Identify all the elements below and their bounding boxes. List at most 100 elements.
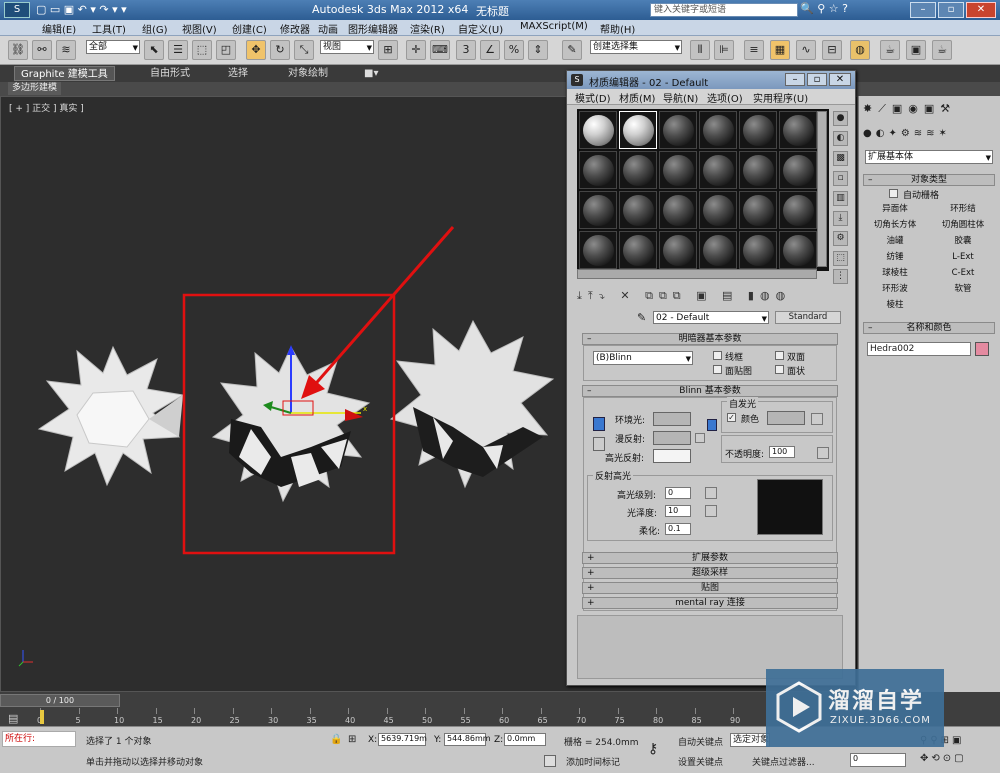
pick-material-icon[interactable]: ✎ (637, 311, 646, 324)
material-slot[interactable] (659, 151, 697, 189)
faceted-checkbox[interactable] (775, 365, 784, 374)
object-type-button[interactable]: L-Ext (931, 250, 995, 264)
tab-freeform[interactable]: 自由形式 (144, 66, 196, 81)
options-icon[interactable]: ⚙ (833, 231, 848, 246)
menu-create[interactable]: 创建(C) (232, 21, 267, 36)
material-slot[interactable] (739, 111, 777, 149)
material-type-button[interactable]: Standard (775, 311, 841, 324)
material-editor-icon[interactable]: ◍ (850, 40, 870, 60)
time-tag-icon[interactable] (544, 755, 556, 767)
x-coord-field[interactable]: 5639.719m (378, 733, 427, 746)
maxscript-listener[interactable]: 所在行: (2, 731, 76, 747)
mat-menu-navigation[interactable]: 导航(N) (663, 90, 698, 105)
sample-type-icon[interactable]: ● (833, 111, 848, 126)
track-bar-toggle-icon[interactable]: ▤ (8, 712, 18, 725)
mat-menu-utilities[interactable]: 实用程序(U) (753, 90, 808, 105)
rollout-maps[interactable]: + 贴图 (582, 582, 838, 594)
keyboard-shortcut-icon[interactable]: ⌨ (430, 40, 450, 60)
snaps-toggle-icon[interactable]: 3 (456, 40, 476, 60)
quick-access-toolbar[interactable]: ▢ ▭ ▣ ↶ ▾ ↷ ▾ ▾ (36, 3, 127, 16)
menu-maxscript[interactable]: MAXScript(M) (520, 21, 588, 32)
tab-selection[interactable]: 选择 (222, 66, 254, 81)
tab-graphite[interactable]: Graphite 建模工具 (14, 66, 115, 81)
command-panel-tabs[interactable]: ✸⟋▣◉▣⚒ (863, 102, 956, 116)
specular-swatch[interactable] (653, 449, 691, 463)
lock-diffuse-specular-button[interactable] (593, 437, 605, 451)
material-editor-titlebar[interactable]: S 材质编辑器 - 02 - Default – ▫ ✕ (567, 71, 855, 89)
schematic-view-icon[interactable]: ⊟ (822, 40, 842, 60)
glossiness-map-button[interactable] (705, 505, 717, 517)
object-type-button[interactable]: 棱柱 (863, 298, 927, 312)
menu-animation[interactable]: 动画 (318, 21, 338, 36)
mat-menu-material[interactable]: 材质(M) (619, 90, 655, 105)
search-input[interactable]: 键入关键字或短语 (650, 3, 798, 17)
self-illum-swatch[interactable] (767, 411, 805, 425)
material-slot[interactable] (619, 151, 657, 189)
object-type-button[interactable]: 环形波 (863, 282, 927, 296)
timeline-cursor[interactable] (40, 710, 44, 724)
mat-menu-options[interactable]: 选项(O) (707, 90, 743, 105)
select-object-icon[interactable]: ⬉ (144, 40, 164, 60)
glossiness-spinner[interactable]: 10 (665, 505, 691, 517)
close-button[interactable]: ✕ (966, 2, 996, 18)
select-link-icon[interactable]: ⛓ (8, 40, 28, 60)
spec-level-map-button[interactable] (705, 487, 717, 499)
key-filters-button[interactable]: 关键点过滤器... (752, 755, 815, 768)
tab-object-paint[interactable]: 对象绘制 (282, 66, 334, 81)
select-scale-icon[interactable]: ⤡ (294, 40, 314, 60)
object-type-button[interactable]: 球棱柱 (863, 266, 927, 280)
timeline-ruler[interactable]: 051015202530354045505560657075808590 (37, 708, 760, 726)
create-category-icons[interactable]: ●◐✦⚙≋≋✶ (863, 128, 951, 139)
material-slot[interactable] (659, 111, 697, 149)
object-type-button[interactable]: 胶囊 (931, 234, 995, 248)
selection-region-icon[interactable]: ⬚ (192, 40, 212, 60)
absolute-mode-icon[interactable]: ⊞ (348, 734, 356, 745)
sample-uv-icon[interactable]: ▫ (833, 171, 848, 186)
close-button[interactable]: ✕ (829, 73, 851, 86)
polygon-modeling-label[interactable]: 多边形建模 (8, 82, 62, 95)
bind-space-warp-icon[interactable]: ≋ (56, 40, 76, 60)
add-time-tag[interactable]: 添加时间标记 (566, 755, 620, 768)
menu-customize[interactable]: 自定义(U) (458, 21, 503, 36)
material-slot[interactable] (699, 231, 737, 269)
self-illum-map-button[interactable] (811, 413, 823, 425)
self-illum-color-checkbox[interactable]: ✓ (727, 413, 736, 422)
auto-key-button[interactable]: 自动关键点 (678, 735, 723, 748)
pivot-center-icon[interactable]: ⊞ (378, 40, 398, 60)
object-type-button[interactable]: C-Ext (931, 266, 995, 280)
minimize-button[interactable]: – (785, 73, 805, 86)
edit-named-selections-icon[interactable]: ✎ (562, 40, 582, 60)
mirror-icon[interactable]: ⫴ (690, 40, 710, 60)
two-sided-checkbox[interactable] (775, 351, 784, 360)
graphite-toggle-icon[interactable]: ▦ (770, 40, 790, 60)
z-coord-field[interactable]: 0.0mm (504, 733, 546, 746)
key-icon[interactable]: ⚷ (648, 741, 658, 757)
material-editor-window[interactable]: S 材质编辑器 - 02 - Default – ▫ ✕ 模式(D) 材质(M)… (566, 70, 856, 686)
help-icons[interactable]: 🔍 ⚲ ☆ ? (800, 2, 848, 15)
object-type-button[interactable]: 异面体 (863, 202, 927, 216)
ambient-swatch[interactable] (653, 412, 691, 426)
material-slot[interactable] (659, 191, 697, 229)
menu-rendering[interactable]: 渲染(R) (410, 21, 445, 36)
material-slot[interactable] (579, 231, 617, 269)
named-selection-dropdown[interactable]: 创建选择集 ▼ (590, 40, 682, 54)
diffuse-swatch[interactable] (653, 431, 691, 445)
object-type-button[interactable]: 切角圆柱体 (931, 218, 995, 232)
soften-spinner[interactable]: 0.1 (665, 523, 691, 535)
set-key-button[interactable]: 设置关键点 (678, 755, 723, 768)
material-slot[interactable] (699, 191, 737, 229)
rollout-name-color[interactable]: – 名称和颜色 (863, 322, 995, 334)
select-move-icon[interactable]: ✥ (246, 40, 266, 60)
percent-snap-icon[interactable]: % (504, 40, 524, 60)
object-type-button[interactable]: 油罐 (863, 234, 927, 248)
auto-grid-checkbox[interactable] (889, 189, 898, 198)
render-setup-icon[interactable]: ☕ (880, 40, 900, 60)
menu-group[interactable]: 组(G) (142, 21, 168, 36)
material-slot[interactable] (579, 111, 617, 149)
material-slot[interactable] (739, 231, 777, 269)
window-crossing-icon[interactable]: ◰ (216, 40, 236, 60)
align-icon[interactable]: ⊫ (714, 40, 734, 60)
object-type-button[interactable]: 软管 (931, 282, 995, 296)
layer-manager-icon[interactable]: ≡ (744, 40, 764, 60)
selection-filter-dropdown[interactable]: 全部 ▼ (86, 40, 140, 54)
